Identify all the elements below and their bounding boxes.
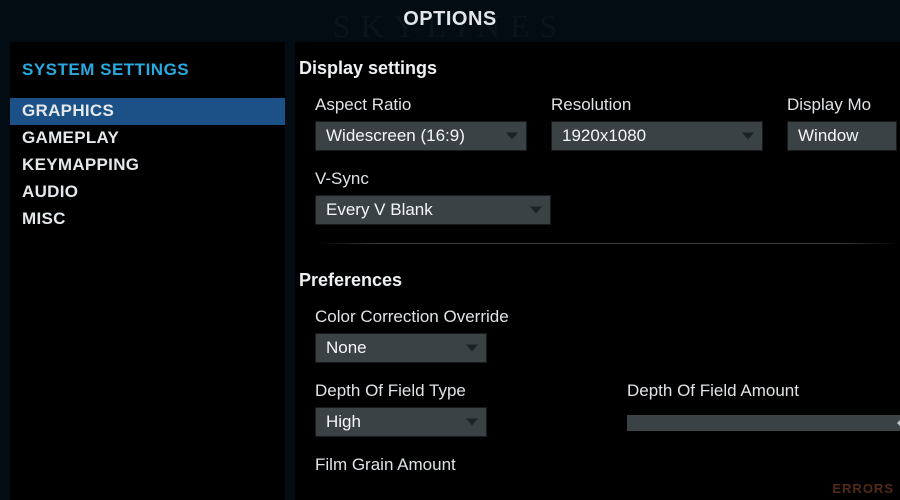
aspect-ratio-select[interactable]: Widescreen (16:9) (315, 121, 527, 151)
color-correction-select[interactable]: None (315, 333, 487, 363)
sidebar-item-audio[interactable]: AUDIO (10, 179, 285, 206)
chevron-down-icon (466, 345, 478, 352)
sidebar: SYSTEM SETTINGS GRAPHICS GAMEPLAY KEYMAP… (10, 42, 285, 500)
sidebar-item-graphics[interactable]: GRAPHICS (10, 98, 285, 125)
resolution-value: 1920x1080 (562, 126, 646, 146)
film-grain-field: Film Grain Amount (315, 455, 456, 481)
display-mode-select[interactable]: Window (787, 121, 897, 151)
film-grain-label: Film Grain Amount (315, 455, 456, 475)
aspect-ratio-label: Aspect Ratio (315, 95, 527, 115)
vsync-value: Every V Blank (326, 200, 433, 220)
preferences-heading: Preferences (295, 244, 900, 307)
chevron-down-icon (530, 207, 542, 214)
color-correction-value: None (326, 338, 367, 358)
prefs-row-1: Color Correction Override None (295, 307, 900, 363)
vsync-field: V-Sync Every V Blank (315, 169, 551, 225)
vsync-select[interactable]: Every V Blank (315, 195, 551, 225)
page-title: OPTIONS (0, 0, 900, 37)
display-row-2: V-Sync Every V Blank (295, 169, 900, 225)
dof-amount-field: Depth Of Field Amount (627, 381, 900, 437)
content-panel: Display settings Aspect Ratio Widescreen… (295, 42, 900, 500)
dof-type-select[interactable]: High (315, 407, 487, 437)
display-mode-field: Display Mo Window (787, 95, 897, 151)
color-correction-label: Color Correction Override (315, 307, 509, 327)
sidebar-item-gameplay[interactable]: GAMEPLAY (10, 125, 285, 152)
dof-type-value: High (326, 412, 361, 432)
color-correction-field: Color Correction Override None (315, 307, 509, 363)
display-row-1: Aspect Ratio Widescreen (16:9) Resolutio… (295, 95, 900, 151)
dof-type-label: Depth Of Field Type (315, 381, 487, 401)
main-layout: SYSTEM SETTINGS GRAPHICS GAMEPLAY KEYMAP… (10, 42, 900, 500)
dof-amount-slider[interactable] (627, 415, 900, 431)
prefs-row-2: Depth Of Field Type High Depth Of Field … (295, 381, 900, 437)
display-mode-value: Window (798, 126, 858, 146)
sidebar-title: SYSTEM SETTINGS (10, 60, 285, 98)
resolution-field: Resolution 1920x1080 (551, 95, 763, 151)
aspect-ratio-field: Aspect Ratio Widescreen (16:9) (315, 95, 527, 151)
vsync-label: V-Sync (315, 169, 551, 189)
display-settings-heading: Display settings (295, 58, 900, 95)
dof-amount-label: Depth Of Field Amount (627, 381, 900, 401)
display-mode-label: Display Mo (787, 95, 897, 115)
sidebar-item-keymapping[interactable]: KEYMAPPING (10, 152, 285, 179)
prefs-row-3: Film Grain Amount (295, 455, 900, 481)
errors-watermark: ERRORS (832, 481, 894, 496)
resolution-select[interactable]: 1920x1080 (551, 121, 763, 151)
aspect-ratio-value: Widescreen (16:9) (326, 126, 465, 146)
sidebar-item-misc[interactable]: MISC (10, 206, 285, 233)
chevron-down-icon (506, 133, 518, 140)
dof-type-field: Depth Of Field Type High (315, 381, 487, 437)
resolution-label: Resolution (551, 95, 763, 115)
chevron-down-icon (742, 133, 754, 140)
chevron-down-icon (466, 419, 478, 426)
